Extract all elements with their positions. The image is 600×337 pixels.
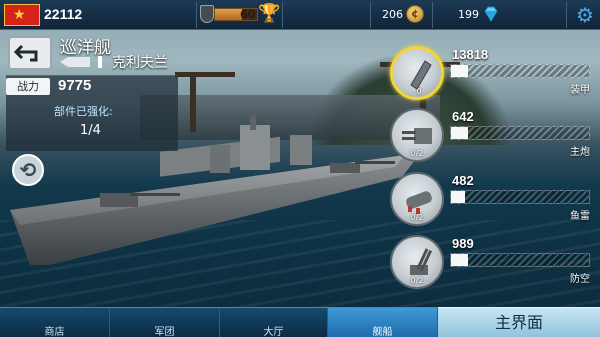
part-anti-air[interactable]: 0/2 989 防空 <box>390 235 600 293</box>
divider <box>566 2 567 28</box>
power-label: 战力 <box>6 78 50 95</box>
main-menu-button[interactable]: 主界面 <box>438 307 600 337</box>
part-label: 主炮 <box>570 147 590 158</box>
anti-air-gun-icon <box>410 248 433 275</box>
part-value: 989 <box>452 236 474 251</box>
ship-type: 巡洋舰 <box>60 38 111 58</box>
part-label: 鱼雷 <box>570 211 590 222</box>
part-label: 防空 <box>570 274 590 285</box>
part-value: 642 <box>452 109 474 124</box>
part-progress-fill <box>451 191 465 203</box>
part-progress-bar <box>450 126 590 140</box>
tab-lobby[interactable]: 大厅 <box>220 308 328 337</box>
part-count: 0 <box>416 87 422 96</box>
trophy-icon: 🏆 <box>258 3 281 24</box>
divider <box>432 2 433 28</box>
part-progress-fill <box>451 127 468 139</box>
rotate-view-button[interactable]: ⟲ <box>12 154 44 186</box>
part-main-gun[interactable]: 0/2 642 主炮 <box>390 108 600 166</box>
main-gun-icon <box>402 128 432 144</box>
upgrade-value: 1/4 <box>80 123 101 138</box>
rank-shield-icon <box>200 5 214 23</box>
part-progress-bar <box>450 253 590 267</box>
rank-chevron-icon <box>60 57 90 67</box>
part-value: 482 <box>452 173 474 188</box>
upgrade-label: 部件已强化: <box>54 105 113 118</box>
part-progress-fill <box>451 65 468 77</box>
flag-icon[interactable]: ★ <box>4 4 40 26</box>
level-value: 60 <box>240 8 256 21</box>
ship-name: 克利夫兰 <box>112 55 168 71</box>
tier-icon <box>98 56 102 68</box>
power-value: 9775 <box>58 77 92 94</box>
gear-icon[interactable]: ⚙ <box>574 4 596 26</box>
tab-ships[interactable]: 舰船 <box>328 308 438 337</box>
divider <box>282 2 283 28</box>
level-progress-fill <box>215 9 243 20</box>
part-progress-fill <box>451 254 468 266</box>
part-progress-bar <box>450 190 590 204</box>
gem-count: 199 <box>458 8 479 21</box>
crane-arm <box>175 72 235 77</box>
back-arrow-icon <box>13 44 38 62</box>
divider <box>370 2 371 28</box>
top-bar: ★ 22112 60 🏆 206 ¢ 199 ⚙ <box>0 0 600 30</box>
tab-shop[interactable]: 商店 <box>0 308 110 337</box>
part-armor[interactable]: 0 13818 装甲 <box>390 46 600 104</box>
part-torpedo[interactable]: 0/2 482 鱼雷 <box>390 172 600 230</box>
coin-count: 206 <box>382 8 403 21</box>
player-score: 22112 <box>44 6 83 22</box>
diamond-icon[interactable] <box>482 5 500 23</box>
back-button[interactable] <box>8 36 52 70</box>
part-label: 装甲 <box>570 85 590 96</box>
part-progress-bar <box>450 64 590 78</box>
tab-label: 军团 <box>154 327 175 337</box>
part-count: 0/2 <box>410 149 424 158</box>
tab-label: 舰船 <box>372 327 393 337</box>
part-count: 0/2 <box>410 213 424 222</box>
tab-label: 商店 <box>44 327 65 337</box>
rotate-icon: ⟲ <box>19 158 37 182</box>
divider <box>196 2 197 28</box>
torpedo-icon <box>406 191 432 214</box>
tab-label: 大厅 <box>263 327 284 337</box>
part-value: 13818 <box>452 47 489 62</box>
part-count: 0/2 <box>410 276 424 285</box>
armor-plate-icon <box>410 60 432 90</box>
tab-legion[interactable]: 军团 <box>110 308 220 337</box>
coin-icon[interactable]: ¢ <box>406 5 424 23</box>
